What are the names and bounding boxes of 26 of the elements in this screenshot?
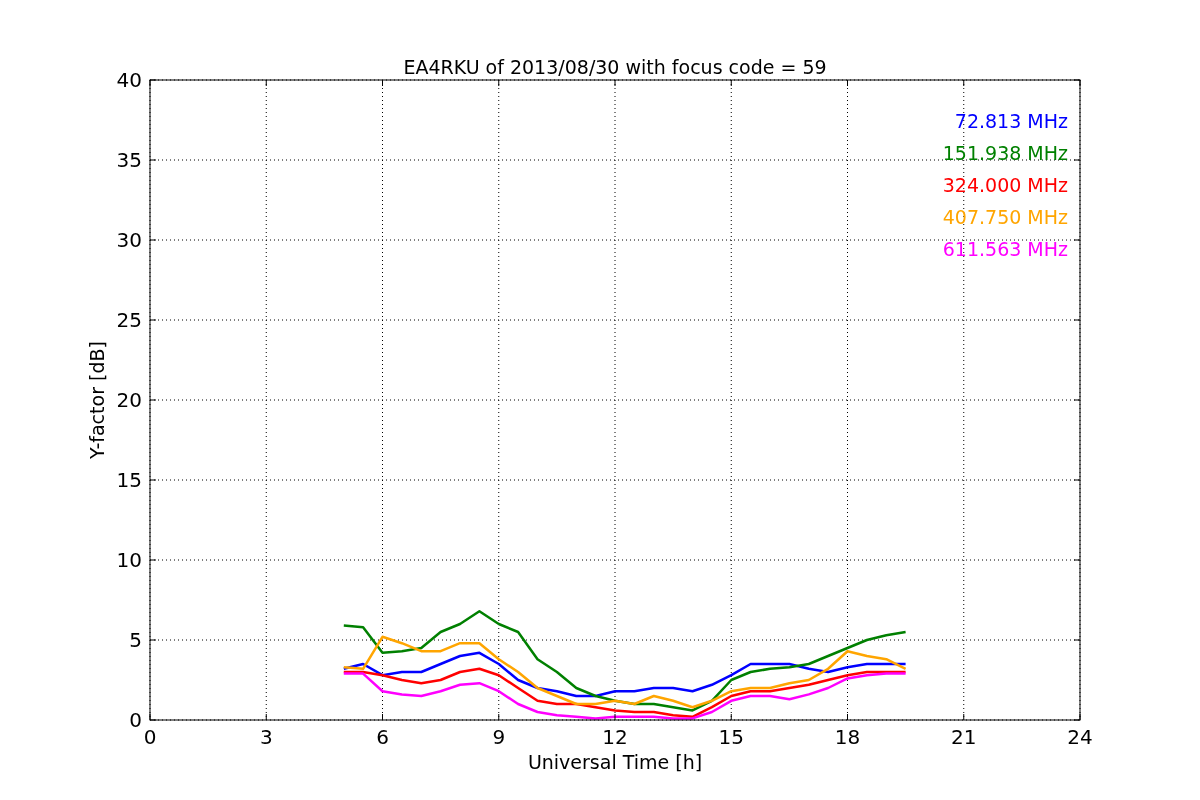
- x-tick-label: 3: [259, 725, 273, 749]
- x-tick-label: 21: [951, 725, 977, 749]
- x-tick-label: 15: [718, 725, 744, 749]
- y-tick-label: 35: [116, 148, 142, 172]
- legend-label: 72.813 MHz: [954, 110, 1068, 132]
- x-tick-label: 24: [1067, 725, 1093, 749]
- legend-label: 407.750 MHz: [942, 206, 1068, 228]
- y-tick-label: 25: [116, 308, 142, 332]
- y-tick-label: 20: [116, 388, 142, 412]
- x-tick-label: 9: [492, 725, 506, 749]
- x-tick-label: 18: [834, 725, 861, 749]
- y-tick-label: 15: [116, 468, 142, 492]
- x-tick-label: 12: [602, 725, 628, 749]
- y-tick-label: 40: [116, 68, 142, 92]
- x-tick-label: 0: [143, 725, 157, 749]
- y-tick-label: 10: [116, 548, 142, 572]
- y-tick-label: 0: [129, 708, 142, 732]
- chart-title: EA4RKU of 2013/08/30 with focus code = 59: [403, 56, 827, 78]
- legend-label: 151.938 MHz: [942, 142, 1068, 164]
- x-axis-label: Universal Time [h]: [527, 751, 703, 773]
- y-axis-label: Y-factor [dB]: [86, 341, 108, 459]
- y-tick-label: 5: [129, 628, 142, 652]
- legend-label: 324.000 MHz: [942, 174, 1068, 196]
- x-tick-label: 6: [376, 725, 389, 749]
- y-tick-label: 30: [116, 228, 142, 252]
- legend-label: 611.563 MHz: [942, 238, 1068, 260]
